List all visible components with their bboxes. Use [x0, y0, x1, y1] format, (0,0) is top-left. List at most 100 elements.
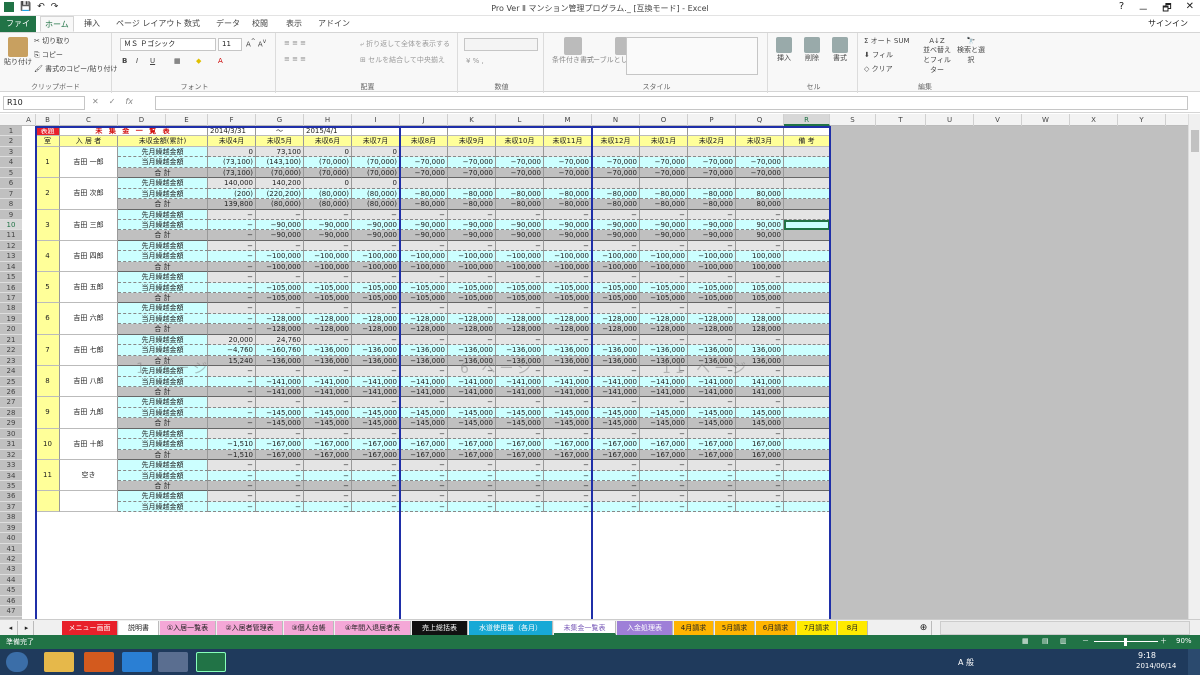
resident-name[interactable]: 吉田 三郎 [60, 209, 118, 241]
total-label[interactable]: 合 計 [118, 324, 208, 335]
column-header[interactable]: J [400, 114, 448, 126]
amount-cell[interactable]: − [544, 272, 592, 283]
amount-cell[interactable] [448, 146, 496, 158]
note-cell[interactable] [784, 209, 830, 220]
amount-cell[interactable]: − [400, 397, 448, 408]
header-resident[interactable]: 入 居 者 [60, 136, 118, 147]
room-number[interactable]: 10 [36, 428, 60, 461]
amount-cell[interactable]: −167,000 [640, 439, 688, 450]
amount-cell[interactable]: −80,000 [544, 188, 592, 200]
row-header[interactable]: 13 [0, 251, 22, 262]
row-header[interactable]: 7 [0, 189, 22, 200]
amount-cell[interactable]: − [400, 501, 448, 513]
amount-cell[interactable]: − [256, 209, 304, 220]
amount-cell[interactable]: −136,000 [640, 345, 688, 356]
amount-cell[interactable]: −105,000 [448, 282, 496, 294]
amount-cell[interactable]: −105,000 [544, 282, 592, 294]
fill-color-icon[interactable]: ◆ [196, 57, 201, 65]
amount-cell[interactable]: −141,000 [352, 387, 400, 398]
amount-cell[interactable]: − [640, 397, 688, 408]
amount-cell[interactable]: −145,000 [304, 418, 352, 429]
amount-cell[interactable]: 128,000 [736, 324, 784, 335]
sheet-tab[interactable]: ①入居一覧表 [160, 621, 216, 635]
amount-cell[interactable]: − [640, 240, 688, 252]
amount-cell[interactable]: − [688, 470, 736, 481]
amount-cell[interactable]: − [208, 428, 256, 440]
column-header[interactable]: Y [1118, 114, 1166, 126]
amount-cell[interactable]: −105,000 [496, 293, 544, 304]
note-cell[interactable] [784, 397, 830, 408]
amount-cell[interactable]: −145,000 [352, 407, 400, 419]
amount-cell[interactable]: − [688, 272, 736, 283]
amount-cell[interactable]: −141,000 [544, 387, 592, 398]
amount-cell[interactable]: − [496, 501, 544, 513]
copy-button[interactable]: ⎘ コピー [34, 50, 63, 60]
amount-cell[interactable]: −136,000 [304, 355, 352, 367]
amount-cell[interactable]: − [400, 428, 448, 440]
add-sheet-icon[interactable]: ⊕ [916, 621, 932, 635]
total-label[interactable]: 合 計 [118, 480, 208, 492]
amount-cell[interactable]: − [256, 491, 304, 502]
amount-cell[interactable] [736, 178, 784, 189]
cell-styles-gallery[interactable] [626, 37, 758, 75]
resident-name[interactable]: 吉田 九郎 [60, 397, 118, 429]
amount-cell[interactable]: −100,000 [496, 261, 544, 273]
amount-cell[interactable]: −141,000 [688, 376, 736, 387]
amount-cell[interactable]: 90,000 [736, 230, 784, 241]
underline-icon[interactable]: U [150, 57, 155, 65]
amount-cell[interactable]: − [496, 460, 544, 471]
enter-icon[interactable]: ✓ [109, 97, 116, 106]
row-label[interactable]: 当月繰越金額 [118, 157, 208, 168]
amount-cell[interactable] [640, 178, 688, 189]
app-icon[interactable] [158, 652, 188, 672]
amount-cell[interactable]: − [736, 470, 784, 481]
amount-cell[interactable]: − [496, 397, 544, 408]
amount-cell[interactable]: −80,000 [400, 199, 448, 210]
amount-cell[interactable]: −141,000 [448, 376, 496, 387]
grow-font-icon[interactable]: A^ Av [246, 39, 266, 48]
row-header[interactable]: 9 [0, 210, 22, 220]
amount-cell[interactable]: (70,000) [304, 157, 352, 168]
column-header[interactable]: S [830, 114, 876, 126]
note-cell[interactable] [784, 376, 830, 387]
amount-cell[interactable]: −145,000 [496, 418, 544, 429]
amount-cell[interactable]: −141,000 [496, 376, 544, 387]
amount-cell[interactable]: − [400, 209, 448, 220]
column-header[interactable]: A [22, 114, 36, 126]
amount-cell[interactable]: 90,000 [736, 219, 784, 231]
amount-cell[interactable]: −70,000 [544, 157, 592, 168]
amount-cell[interactable]: −70,000 [736, 157, 784, 168]
start-button-icon[interactable] [6, 652, 28, 672]
amount-cell[interactable]: −90,000 [256, 230, 304, 241]
autosum-button[interactable]: Σ オート SUM [864, 36, 910, 46]
amount-cell[interactable]: − [304, 334, 352, 346]
amount-cell[interactable]: −141,000 [592, 387, 640, 398]
amount-cell[interactable]: −90,000 [496, 219, 544, 231]
header-month[interactable]: 未収2月 [688, 136, 736, 147]
amount-cell[interactable]: −136,000 [544, 355, 592, 367]
amount-cell[interactable]: −90,000 [448, 230, 496, 241]
amount-cell[interactable]: −90,000 [304, 219, 352, 231]
zoom-out-icon[interactable]: － [1082, 636, 1089, 646]
amount-cell[interactable]: − [496, 334, 544, 346]
amount-cell[interactable]: (80,000) [352, 188, 400, 200]
amount-cell[interactable]: −100,000 [592, 251, 640, 262]
amount-cell[interactable]: − [592, 480, 640, 492]
room-number[interactable]: 9 [36, 397, 60, 429]
amount-cell[interactable]: −141,000 [592, 376, 640, 387]
amount-cell[interactable]: −90,000 [688, 219, 736, 231]
row-header[interactable]: 26 [0, 387, 22, 398]
row-header[interactable]: 3 [0, 147, 22, 158]
amount-cell[interactable]: − [640, 428, 688, 440]
amount-cell[interactable]: (80,000) [304, 188, 352, 200]
zoom-in-icon[interactable]: ＋ [1160, 636, 1167, 646]
amount-cell[interactable]: −105,000 [688, 282, 736, 294]
amount-cell[interactable]: −70,000 [544, 167, 592, 179]
amount-cell[interactable] [496, 146, 544, 158]
room-number[interactable]: 4 [36, 240, 60, 273]
amount-cell[interactable]: − [544, 501, 592, 513]
selected-cell-outline[interactable] [784, 219, 830, 231]
amount-cell[interactable]: −136,000 [400, 355, 448, 367]
amount-cell[interactable]: − [256, 397, 304, 408]
row-label[interactable]: 当月繰越金額 [118, 219, 208, 231]
